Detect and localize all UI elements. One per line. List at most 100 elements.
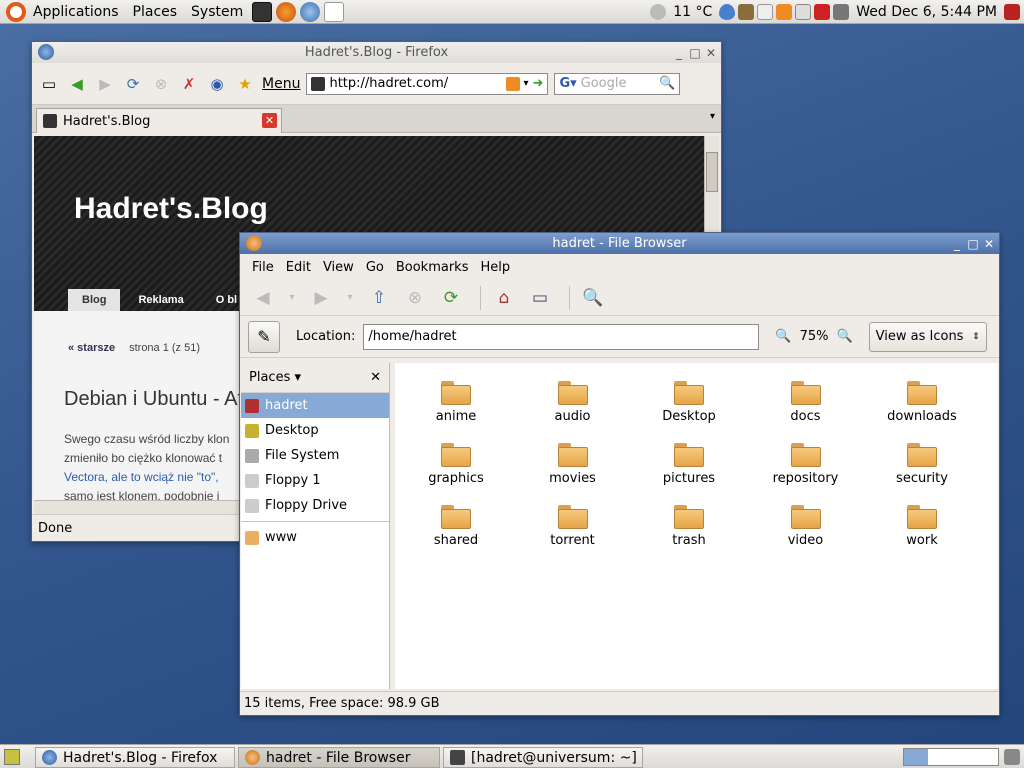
location-input[interactable]: /home/hadret [363, 323, 760, 350]
drop-icon[interactable] [719, 4, 736, 20]
sidebar-item-filesystem[interactable]: File System [241, 443, 389, 468]
folder-item[interactable]: video [751, 505, 861, 548]
post-title[interactable]: Debian i Ubuntu - At [64, 388, 243, 411]
url-bar[interactable]: http://hadret.com/ ▾ ➜ [306, 72, 549, 95]
clock[interactable]: Wed Dec 6, 5:44 PM [852, 4, 1001, 20]
folder-item[interactable]: repository [751, 443, 861, 486]
folder-item[interactable]: work [867, 505, 977, 548]
forward-history-icon[interactable]: ▾ [342, 283, 358, 313]
notes-launcher-icon[interactable] [324, 1, 345, 22]
menu-file[interactable]: File [246, 260, 280, 275]
stop-button[interactable]: ⊗ [400, 283, 430, 313]
close-button[interactable]: ✕ [705, 46, 717, 60]
folder-item[interactable]: docs [751, 381, 861, 424]
folder-item[interactable]: Desktop [634, 381, 744, 424]
folder-item[interactable]: pictures [634, 443, 744, 486]
taskbar-item-file-browser[interactable]: hadret - File Browser [238, 747, 440, 768]
history-icon[interactable]: ▭ [38, 73, 60, 95]
tools-icon[interactable]: ✗ [178, 73, 200, 95]
thunderbird-launcher-icon[interactable] [300, 1, 321, 22]
maximize-button[interactable]: □ [967, 237, 979, 251]
taskbar-item-firefox[interactable]: Hadret's.Blog - Firefox [35, 747, 235, 768]
back-history-icon[interactable]: ▾ [284, 283, 300, 313]
folder-item[interactable]: security [867, 443, 977, 486]
logout-icon[interactable] [1004, 4, 1020, 20]
close-button[interactable]: ✕ [983, 237, 995, 251]
stop-button[interactable]: ⊗ [150, 73, 172, 95]
search-button[interactable]: 🔍 [578, 283, 608, 313]
folder-item[interactable]: shared [401, 505, 511, 548]
google-engine-icon[interactable]: G▾ [559, 76, 576, 91]
update-icon[interactable] [814, 4, 831, 20]
folder-item[interactable]: graphics [401, 443, 511, 486]
tab-list-icon[interactable]: ▾ [710, 111, 715, 122]
folder-item[interactable]: downloads [867, 381, 977, 424]
go-icon[interactable]: ➜ [533, 76, 544, 91]
zoom-out-icon[interactable]: 🔍 [775, 329, 791, 344]
sidebar-item-www[interactable]: www [241, 525, 389, 550]
maximize-button[interactable]: □ [689, 46, 701, 60]
workspace-switcher[interactable] [903, 748, 999, 766]
minimize-button[interactable]: _ [951, 237, 963, 251]
firefox-launcher-icon[interactable] [276, 1, 297, 22]
terminal-launcher-icon[interactable] [252, 1, 273, 22]
folder-item[interactable]: trash [634, 505, 744, 548]
older-posts-link[interactable]: « starsze [68, 342, 115, 354]
forward-button[interactable]: ▶ [306, 283, 336, 313]
sidebar-item-desktop[interactable]: Desktop [241, 418, 389, 443]
file-browser-titlebar[interactable]: hadret - File Browser _ □ ✕ [240, 233, 999, 254]
menu-go[interactable]: Go [360, 260, 390, 275]
media-icon[interactable] [738, 4, 755, 20]
taskbar-item-terminal[interactable]: [hadret@universum: ~] [443, 747, 643, 768]
zoom-level[interactable]: 75% [800, 329, 829, 344]
menu-edit[interactable]: Edit [280, 260, 317, 275]
menu-bookmarks[interactable]: Bookmarks [390, 260, 475, 275]
forward-button[interactable]: ▶ [94, 73, 116, 95]
places-dropdown[interactable]: Places ▾ [249, 370, 301, 385]
back-button[interactable]: ◀ [66, 73, 88, 95]
tab-close-icon[interactable]: ✕ [262, 113, 277, 128]
applications-menu[interactable]: Applications [26, 0, 126, 24]
folder-item[interactable]: torrent [518, 505, 628, 548]
rss-feed-icon[interactable] [505, 76, 520, 91]
scroll-thumb[interactable] [706, 152, 718, 192]
search-icon[interactable]: 🔍 [659, 76, 675, 91]
co-icon[interactable]: ◉ [206, 73, 228, 95]
places-menu[interactable]: Places [126, 0, 185, 24]
edit-location-button[interactable]: ✎ [248, 320, 280, 353]
minimize-button[interactable]: _ [673, 46, 685, 60]
firefox-titlebar[interactable]: Hadret's.Blog - Firefox _ □ ✕ [32, 42, 721, 63]
menu-help[interactable]: Help [474, 260, 516, 275]
close-sidebar-icon[interactable]: ✕ [370, 370, 381, 385]
home-button[interactable]: ⌂ [489, 283, 519, 313]
weather-temp[interactable]: 11 °C [669, 4, 716, 20]
sidebar-item-hadret[interactable]: hadret [241, 393, 389, 418]
folder-item[interactable]: movies [518, 443, 628, 486]
bookmark-star-icon[interactable]: ★ [234, 73, 256, 95]
tab-hadrets-blog[interactable]: Hadret's.Blog ✕ [36, 108, 282, 133]
sidebar-item-floppy-drive[interactable]: Floppy Drive [241, 493, 389, 518]
view-mode-select[interactable]: View as Icons ⇕ [868, 321, 987, 352]
menu-view[interactable]: View [317, 260, 360, 275]
mail-icon[interactable] [795, 4, 812, 20]
show-desktop-icon[interactable] [4, 749, 20, 765]
search-box[interactable]: G▾ Google 🔍 [554, 72, 681, 95]
computer-button[interactable]: ▭ [525, 283, 555, 313]
nav-reklama[interactable]: Reklama [124, 289, 197, 311]
nav-blog[interactable]: Blog [68, 289, 121, 311]
blog-title[interactable]: Hadret's.Blog [74, 192, 268, 226]
menu-button[interactable]: Menu [262, 76, 300, 92]
url-dropdown-icon[interactable]: ▾ [524, 78, 529, 89]
sidebar-item-floppy1[interactable]: Floppy 1 [241, 468, 389, 493]
reload-button[interactable]: ⟳ [122, 73, 144, 95]
folder-item[interactable]: audio [518, 381, 628, 424]
zoom-in-icon[interactable]: 🔍 [836, 329, 852, 344]
back-button[interactable]: ◀ [248, 283, 278, 313]
up-button[interactable]: ⇧ [364, 283, 394, 313]
folder-item[interactable]: anime [401, 381, 511, 424]
rss-icon[interactable] [776, 4, 793, 20]
network-icon[interactable] [757, 4, 774, 20]
reload-button[interactable]: ⟳ [436, 283, 466, 313]
workspace-active[interactable] [904, 749, 928, 765]
trash-icon[interactable] [1004, 749, 1020, 765]
